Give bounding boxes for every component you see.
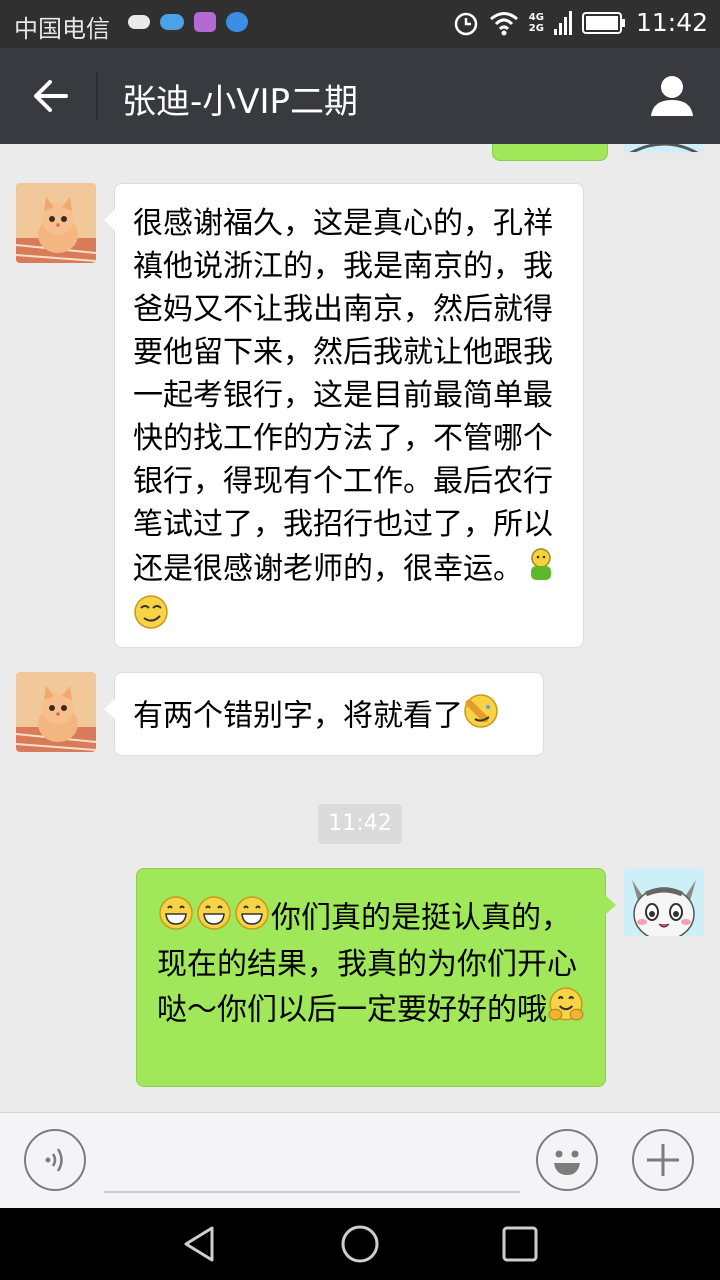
facepalm-emoji — [463, 693, 499, 741]
carrier-label: 中国电信 — [14, 15, 110, 43]
chat-info-button[interactable] — [648, 72, 696, 120]
network-top-label: 4G — [528, 11, 544, 23]
network-bottom-label: 2G — [528, 22, 544, 34]
hug-emoji — [547, 986, 585, 1036]
battery-icon — [581, 11, 625, 34]
nav-home-button[interactable] — [340, 1224, 380, 1264]
cat-avatar-image — [624, 144, 704, 159]
chat-title: 张迪-小VIP二期 — [122, 82, 359, 122]
contact-avatar[interactable] — [16, 183, 96, 263]
received-message-bubble[interactable]: 很感谢福久，这是真心的，孔祥禛他说浙江的，我是南京的，我爸妈又不让我出南京，然后… — [104, 183, 584, 648]
sent-message-bubble[interactable]: 你们真的是挺认真的，现在的结果，我真的为你们开心哒～你们以后一定要好好的哦 — [136, 868, 616, 1087]
plus-icon — [647, 1144, 679, 1176]
message-input[interactable] — [104, 1133, 520, 1193]
clock: 11:42 — [635, 8, 708, 37]
notification-icons — [128, 12, 248, 32]
contact-avatar[interactable] — [16, 672, 96, 752]
title-divider — [96, 72, 98, 120]
message-timestamp: 11:42 — [318, 804, 402, 844]
game-app-icon — [160, 14, 184, 30]
my-avatar-partial[interactable] — [624, 144, 704, 159]
chat-area[interactable]: 很感谢福久，这是真心的，孔祥禛他说浙江的，我是南京的，我爸妈又不让我出南京，然后… — [0, 144, 720, 1112]
signal-icon — [553, 10, 572, 35]
voice-input-button[interactable] — [24, 1129, 86, 1191]
status-bar: 中国电信 4G 2G 11:42 — [0, 0, 720, 48]
received-message-bubble[interactable]: 有两个错别字，将就看了 — [104, 672, 544, 756]
back-arrow-icon — [34, 80, 68, 112]
square-recents-icon — [502, 1226, 538, 1262]
navigation-bar — [0, 1208, 720, 1280]
triangle-back-icon — [184, 1226, 214, 1262]
wifi-icon — [489, 11, 518, 35]
more-options-button[interactable] — [632, 1129, 694, 1191]
message-text: 有两个错别字，将就看了 — [133, 698, 463, 734]
thumbs-up-emoji — [523, 546, 559, 594]
nav-back-button[interactable] — [180, 1224, 220, 1264]
message-text: 很感谢福久，这是真心的，孔祥禛他说浙江的，我是南京的，我爸妈又不让我出南京，然后… — [133, 206, 553, 587]
smirk-emoji — [133, 594, 169, 642]
title-bar: 张迪-小VIP二期 — [0, 48, 720, 144]
previous-message-bubble[interactable] — [492, 144, 608, 161]
grin-emoji — [157, 895, 195, 943]
kitten-avatar-image — [16, 183, 96, 263]
emoji-button[interactable] — [536, 1129, 598, 1191]
message-app-icon — [128, 15, 150, 29]
kitten-avatar-image — [16, 672, 96, 752]
nav-recents-button[interactable] — [500, 1224, 540, 1264]
back-button[interactable] — [20, 72, 76, 120]
grin-emoji — [233, 895, 271, 943]
browser-app-icon — [226, 12, 248, 32]
my-avatar[interactable] — [624, 868, 704, 948]
alarm-icon — [454, 12, 478, 35]
voice-icon — [45, 1148, 63, 1172]
person-icon — [651, 76, 693, 116]
grin-emoji — [195, 895, 233, 943]
cat-avatar-image — [624, 868, 704, 948]
input-bar — [0, 1112, 720, 1209]
circle-home-icon — [341, 1225, 379, 1263]
network-type-label: 4G 2G — [529, 12, 544, 34]
smiley-icon — [554, 1150, 580, 1175]
gallery-app-icon — [194, 12, 216, 32]
